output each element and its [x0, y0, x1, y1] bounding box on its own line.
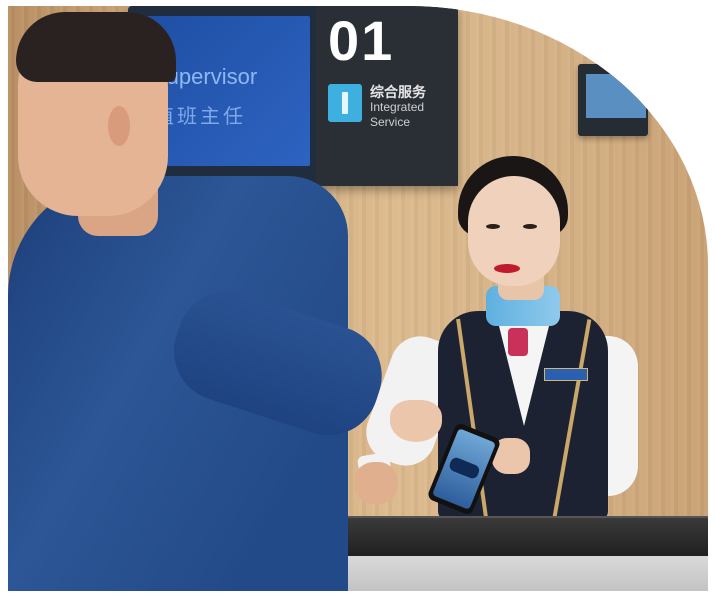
service-label-cn: 综合服务 [370, 84, 426, 100]
service-label-en-line1: Integrated [370, 100, 425, 114]
boarding-pass-card [447, 455, 481, 481]
adjacent-sign [578, 64, 648, 136]
service-label-en-line2: Service [370, 115, 411, 129]
agent-open-hand [390, 400, 442, 442]
counter-sign: Supervisor 值班主任 01 综合服务 Integrated Servi… [128, 6, 458, 186]
agent-eye [523, 224, 537, 229]
airport-checkin-photo: Supervisor 值班主任 01 综合服务 Integrated Servi… [8, 6, 708, 591]
agent-eye [486, 224, 500, 229]
traveler-hair [16, 12, 176, 82]
name-badge [544, 368, 588, 381]
traveler-ear [108, 106, 130, 146]
counter-number: 01 [328, 9, 395, 72]
info-icon [328, 84, 362, 122]
agent-scarf [508, 328, 528, 356]
agent-lips [494, 264, 520, 273]
traveler-hand [354, 462, 398, 504]
